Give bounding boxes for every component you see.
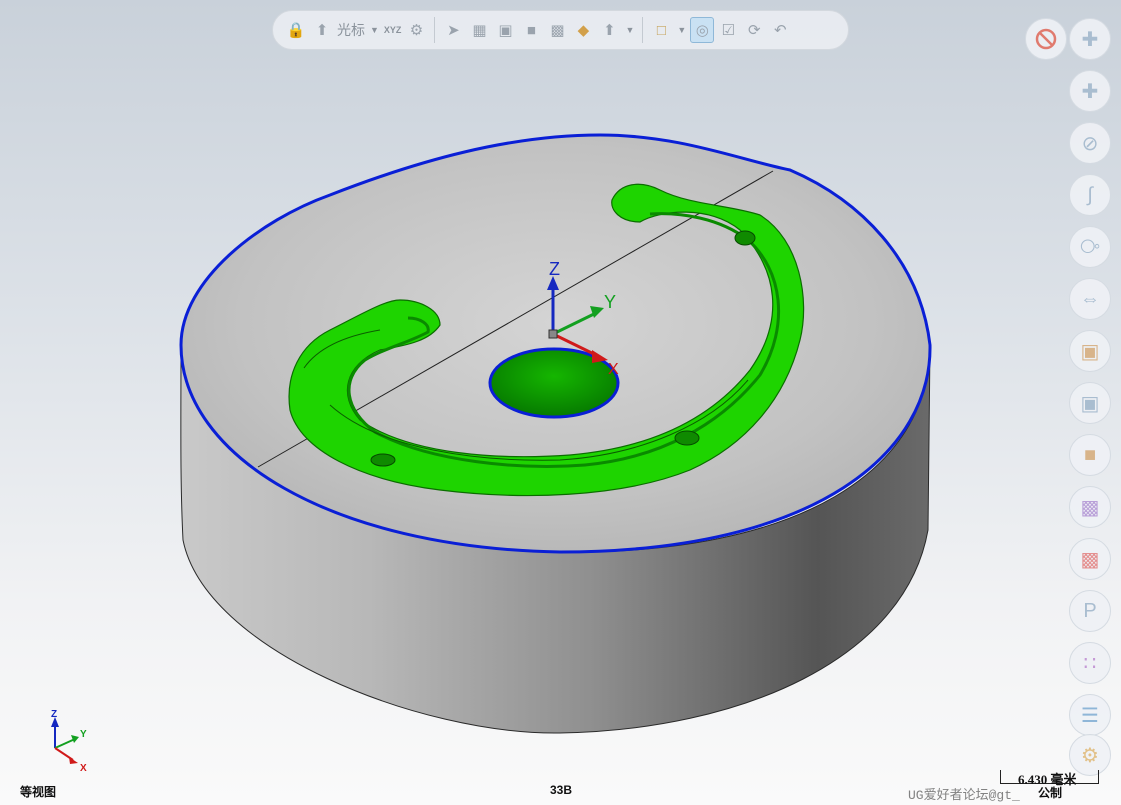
toolbar-divider xyxy=(434,17,436,43)
dimension-icon[interactable]: ⇔ xyxy=(1069,278,1111,320)
rotate-select-icon[interactable]: ⟳ xyxy=(742,17,766,43)
view-triad: Z Y X xyxy=(51,709,87,774)
model-view[interactable]: Z Y X xyxy=(0,0,1121,805)
select-cursor-icon[interactable]: ⬆ xyxy=(310,17,334,43)
box-select-icon[interactable]: □ xyxy=(649,17,673,43)
xyz-point-icon[interactable]: XYZ xyxy=(384,25,402,35)
view-count-label: 33B xyxy=(550,783,573,797)
toolbar-divider xyxy=(642,17,644,43)
layers-icon[interactable]: ☰ xyxy=(1069,694,1111,736)
chevron-down-icon[interactable]: ▼ xyxy=(370,25,379,35)
grid-cube-icon[interactable]: ⧂ xyxy=(1069,226,1111,268)
highlight-toggle-icon[interactable]: ◎ xyxy=(690,17,715,43)
feature-select-icon[interactable]: ▦ xyxy=(467,17,491,43)
assembly-select-icon[interactable]: ◆ xyxy=(571,17,595,43)
scale-bar-tick xyxy=(1000,770,1001,784)
slice-icon[interactable]: ▣ xyxy=(1069,330,1111,372)
deselect-all-button[interactable] xyxy=(1025,18,1067,60)
curve-icon[interactable]: ∫ xyxy=(1069,174,1111,216)
shaded-cube-icon[interactable]: ▣ xyxy=(1069,382,1111,424)
component-select-icon[interactable]: ▩ xyxy=(545,17,569,43)
cursor-filter-icon[interactable]: ⬆ xyxy=(597,17,621,43)
circle-center-icon[interactable]: ⊘ xyxy=(1069,122,1111,164)
palette-icon[interactable]: ∷ xyxy=(1069,642,1111,684)
triad-x-label: X xyxy=(80,763,87,774)
unit-system-label: 公制 xyxy=(1038,786,1063,800)
chevron-down-icon[interactable]: ▼ xyxy=(625,25,634,35)
watermark-text: UG爱好者论坛@gt_ xyxy=(908,788,1020,803)
point-settings-icon[interactable]: ⚙ xyxy=(404,17,428,43)
cursor-type-label[interactable]: 光标 xyxy=(337,20,365,40)
plus-snap-icon[interactable]: ✚ xyxy=(1069,18,1111,60)
scale-bar-tick xyxy=(1098,770,1099,784)
undo-select-icon[interactable]: ↶ xyxy=(768,17,792,43)
slot-pin-left xyxy=(370,453,396,467)
no-entry-icon xyxy=(1035,28,1057,50)
wcs-x-label: X xyxy=(608,361,619,378)
face-select-icon[interactable]: ▣ xyxy=(493,17,517,43)
chevron-down-icon[interactable]: ▼ xyxy=(677,25,686,35)
text-p-icon[interactable]: P xyxy=(1069,590,1111,632)
slot-pin-right xyxy=(674,430,700,446)
triad-z-label: Z xyxy=(51,709,57,720)
wcs-z-label: Z xyxy=(549,259,560,279)
wcs-origin xyxy=(548,329,558,339)
selection-toolbar: 🔒 ⬆ 光标 ▼ XYZ ⚙ ➤ ▦ ▣ ■ ▩ ◆ ⬆ ▼ □ ▼ ◎ ☑ ⟳… xyxy=(272,10,849,50)
point-on-curve-icon[interactable]: ✚ xyxy=(1069,70,1111,112)
slot-pin-top xyxy=(734,230,756,246)
graphics-viewport[interactable]: Z Y X xyxy=(0,0,1121,805)
arrow-select-icon[interactable]: ➤ xyxy=(441,17,465,43)
triad-y-label: Y xyxy=(80,729,87,740)
body-select-icon[interactable]: ■ xyxy=(519,17,543,43)
color-cube-icon[interactable]: ▩ xyxy=(1069,486,1111,528)
red-cube-icon[interactable]: ▩ xyxy=(1069,538,1111,580)
view-orientation-label: 等视图 xyxy=(20,785,57,799)
solid-cube-icon[interactable]: ■ xyxy=(1069,434,1111,476)
check-select-icon[interactable]: ☑ xyxy=(716,17,740,43)
lock-icon[interactable]: 🔒 xyxy=(284,17,308,43)
wcs-y-label: Y xyxy=(604,292,616,312)
